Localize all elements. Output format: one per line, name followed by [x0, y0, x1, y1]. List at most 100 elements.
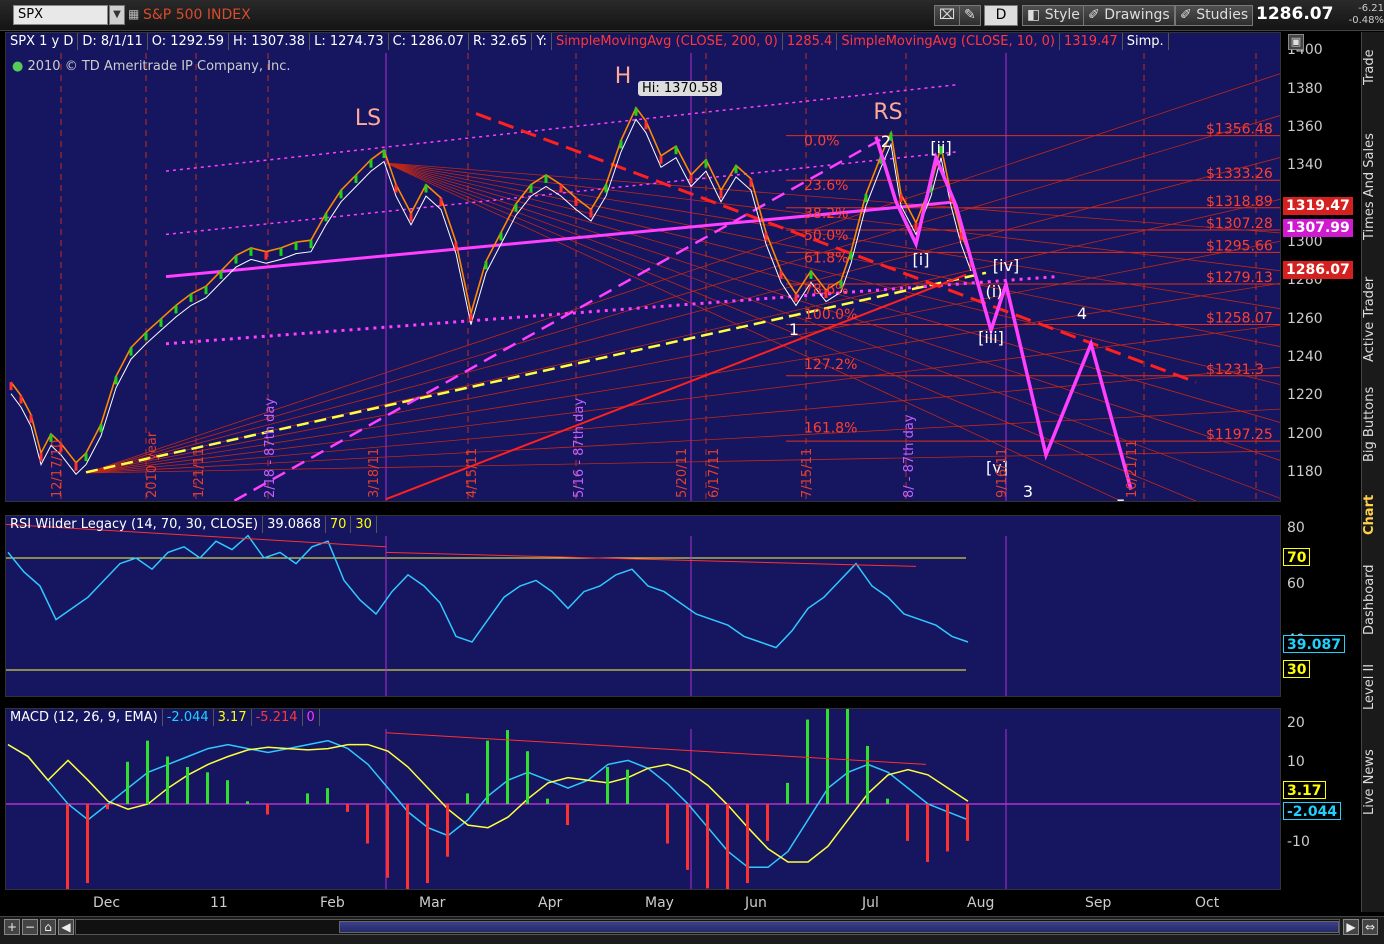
stat-item: 1319.47 — [1060, 33, 1123, 50]
price-candle — [619, 140, 623, 149]
price-candle — [704, 159, 708, 168]
macd-histogram-bar — [226, 780, 229, 804]
x-tick-label: Jul — [862, 895, 879, 911]
x-tick-label: 11 — [210, 895, 228, 911]
macd-histogram-bar — [926, 803, 929, 862]
indicator-tag: 70 — [1283, 548, 1311, 566]
aggregation-button[interactable]: D — [984, 5, 1018, 26]
fib-label: 23.6% — [804, 178, 848, 194]
price-candle — [9, 382, 13, 391]
price-candle — [204, 286, 208, 295]
drawings-button[interactable]: ✐ Drawings — [1083, 5, 1175, 26]
price-candle — [74, 462, 78, 471]
net-change-value: -6.21 — [1358, 3, 1384, 14]
symbol-description: S&P 500 INDEX — [143, 7, 251, 23]
symbol-dropdown-button[interactable]: ▼ — [109, 5, 125, 25]
date-marker-label: 2010 year — [145, 431, 160, 498]
price-candle — [439, 197, 443, 206]
symbol-input[interactable]: SPX — [13, 5, 108, 25]
macd-histogram-bar — [546, 798, 549, 804]
side-tab-active-trader[interactable]: Active Trader — [1362, 272, 1384, 367]
macd-histogram-bar — [526, 751, 529, 804]
price-candle — [529, 184, 533, 193]
fib-label: 38.2% — [804, 206, 848, 222]
price-tag: 1319.47 — [1283, 196, 1353, 215]
side-tab-chart[interactable]: Chart — [1362, 482, 1384, 547]
macd-histogram-bar — [106, 803, 109, 810]
scroll-right-icon[interactable]: ▶ — [1343, 919, 1359, 935]
macd-histogram-bar — [486, 740, 489, 804]
price-candle — [424, 184, 428, 193]
price-tag: 1307.99 — [1283, 218, 1353, 237]
macd-histogram-bar — [126, 761, 129, 804]
price-tag: 1286.07 — [1283, 260, 1353, 279]
top-toolbar: SPX ▼ ▦ S&P 500 INDEX ⌧ ✎ D ◧ Style ✐ Dr… — [0, 0, 1384, 31]
fan-line — [385, 162, 1280, 385]
price-candle — [644, 121, 648, 130]
price-candle — [369, 159, 373, 168]
stat-item: SPX 1 y D — [6, 33, 79, 50]
date-marker-label: 10/21/11 — [1125, 440, 1140, 498]
rsi-panel[interactable]: RSI Wilder Legacy (14, 70, 30, CLOSE) 39.… — [5, 515, 1281, 697]
stat-item: 70 — [326, 516, 352, 533]
price-candle — [29, 414, 33, 423]
scroll-thumb[interactable] — [339, 921, 1339, 933]
date-marker-label: 1/21/11 — [192, 448, 207, 498]
macd-chart-svg — [6, 709, 1280, 889]
scroll-track[interactable] — [75, 919, 1340, 935]
studies-button[interactable]: ✐ Studies — [1175, 5, 1254, 26]
stat-item: SimpleMovingAvg (CLOSE, 200, 0) — [552, 33, 783, 50]
price-candle — [174, 305, 178, 314]
y-tick-label: 80 — [1287, 520, 1305, 536]
price-candle — [749, 178, 753, 187]
price-chart-panel[interactable]: $1356.48 $1333.26 $1318.89 $1307.28 $1295.66… — [5, 32, 1281, 502]
x-tick-label: Mar — [419, 895, 446, 911]
style-button[interactable]: ◧ Style — [1022, 5, 1085, 26]
macd-panel[interactable]: MACD (12, 26, 9, EMA) -2.044 3.17 -5.214 0 — [5, 708, 1281, 890]
expand-icon[interactable]: ⇔ — [1362, 919, 1378, 935]
wave-label: (i) — [986, 282, 1003, 301]
price-candle — [674, 146, 678, 155]
date-marker-label: 9/16/11 — [995, 448, 1010, 498]
side-tab-big-buttons[interactable]: Big Buttons — [1362, 377, 1384, 472]
zoom-in-icon[interactable]: + — [4, 919, 20, 935]
crosshair-icon[interactable]: ⌧ — [934, 5, 961, 26]
wave-label: 3 — [1023, 482, 1033, 501]
side-tab-live-news[interactable]: Live News — [1362, 732, 1384, 832]
pencil-icon: ✐ — [1088, 7, 1105, 23]
zoom-fit-icon[interactable]: ⌂ — [40, 919, 56, 935]
scroll-left-icon[interactable]: ◀ — [58, 919, 74, 935]
macd-histogram-bar — [626, 769, 629, 804]
wave-label: [iv] — [993, 256, 1019, 275]
side-tab-trade[interactable]: Trade — [1362, 32, 1384, 102]
macd-stats-bar: MACD (12, 26, 9, EMA) -2.044 3.17 -5.214 0 — [6, 709, 320, 726]
price-candle — [899, 194, 903, 203]
price-candle — [559, 184, 563, 193]
price-candle — [469, 313, 473, 322]
price-candle — [409, 213, 413, 222]
bottom-scroll-bar: + − ⌂ ◀ ▶ ⇔ — [0, 916, 1384, 944]
stat-item: H: 1307.38 — [229, 33, 311, 50]
zoom-out-icon[interactable]: − — [22, 919, 38, 935]
y-tick-label: 1240 — [1287, 349, 1323, 366]
side-tab-dashboard[interactable]: Dashboard — [1362, 557, 1384, 642]
macd-histogram-bar — [806, 719, 809, 804]
macd-histogram-bar — [246, 801, 249, 804]
collapse-icon[interactable]: ▣ — [1288, 34, 1304, 50]
copyright-label: 2010 © TD Ameritrade IP Company, Inc. — [27, 59, 291, 74]
y-tick-label: -10 — [1287, 833, 1310, 850]
stat-item: MACD (12, 26, 9, EMA) — [6, 709, 163, 726]
y-tick-label: 20 — [1287, 714, 1305, 731]
side-tab-level-ii[interactable]: Level II — [1362, 652, 1384, 722]
x-tick-label: Feb — [320, 895, 345, 911]
price-candle — [39, 453, 43, 462]
link-icon[interactable]: ▦ — [128, 7, 140, 23]
wave-label: [iii] — [978, 328, 1004, 347]
drawing-tool-icon[interactable]: ✎ — [959, 5, 981, 26]
price-candle — [114, 376, 118, 385]
price-candle — [234, 255, 238, 264]
side-tab-times-and-sales[interactable]: Times And Sales — [1362, 112, 1384, 262]
y-tick-label: 1220 — [1287, 387, 1323, 404]
info-icon: ● — [12, 59, 24, 74]
price-candle — [514, 203, 518, 212]
